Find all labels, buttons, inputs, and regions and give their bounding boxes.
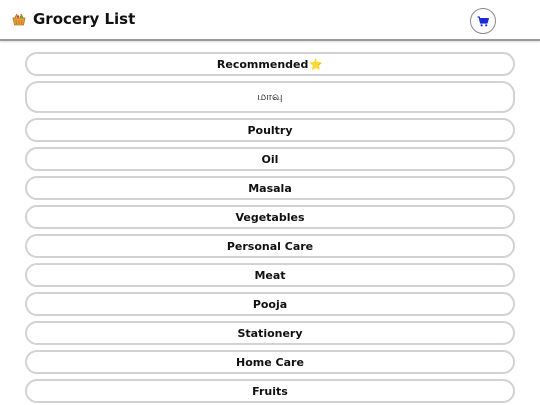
category-label: Poultry xyxy=(247,123,293,137)
category-label: Vegetables xyxy=(235,210,305,224)
page-title: Grocery List xyxy=(33,10,136,28)
shopping-basket-icon xyxy=(11,12,27,28)
cart-button[interactable] xyxy=(470,8,496,34)
category-label: Pooja xyxy=(252,297,288,311)
category-label: Stationery xyxy=(237,326,303,340)
category-meat-button[interactable]: Meat xyxy=(25,263,515,287)
shopping-cart-icon xyxy=(477,12,489,31)
category-label: Meat xyxy=(254,268,286,282)
star-icon: ⭐ xyxy=(309,57,324,71)
category-label: Oil xyxy=(261,152,279,166)
category-label: Personal Care xyxy=(226,239,314,253)
category-label: Masala xyxy=(248,181,292,195)
category-label: Fruits xyxy=(252,384,288,398)
category-fruits-button[interactable]: Fruits xyxy=(25,379,515,403)
category-vegetables-button[interactable]: Vegetables xyxy=(25,205,515,229)
category-oil-button[interactable]: Oil xyxy=(25,147,515,171)
category-label: மாவு xyxy=(257,89,283,103)
category-masala-button[interactable]: Masala xyxy=(25,176,515,200)
category-stationery-button[interactable]: Stationery xyxy=(25,321,515,345)
app-header: Grocery List xyxy=(0,0,540,41)
category-personal-care-button[interactable]: Personal Care xyxy=(25,234,515,258)
category-list: Recommended ⭐ மாவு Poultry Oil Masala Ve… xyxy=(25,52,515,405)
category-home-care-button[interactable]: Home Care xyxy=(25,350,515,374)
category-poultry-button[interactable]: Poultry xyxy=(25,118,515,142)
category-label: Recommended xyxy=(216,57,309,71)
category-flour-button[interactable]: மாவு xyxy=(25,81,515,113)
category-pooja-button[interactable]: Pooja xyxy=(25,292,515,316)
category-label: Home Care xyxy=(236,355,304,369)
category-recommended-button[interactable]: Recommended ⭐ xyxy=(25,52,515,76)
